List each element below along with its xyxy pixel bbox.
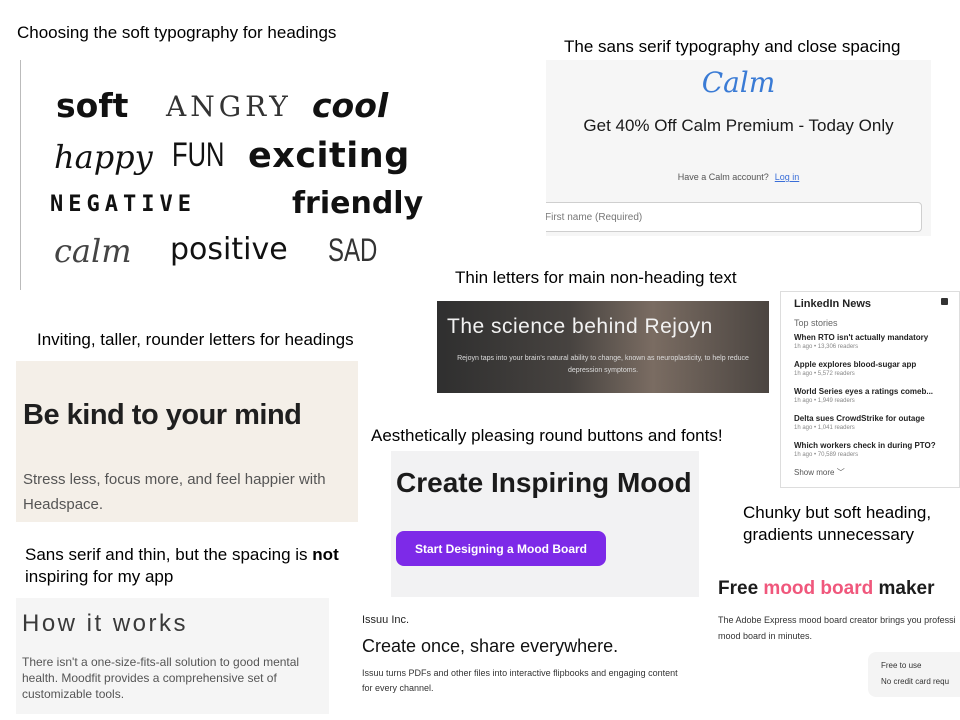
divider-line — [20, 60, 21, 290]
caption-not-inspiring: Sans serif and thin, but the spacing is … — [25, 545, 339, 564]
canva-title: Create Inspiring Mood — [396, 467, 692, 498]
rejoyn-title: The science behind Rejoyn — [447, 315, 713, 338]
sample-negative: NEGATIVE — [50, 192, 196, 217]
caption-sans-serif-close: The sans serif typography and close spac… — [564, 37, 901, 56]
caption-thin-letters: Thin letters for main non-heading text — [455, 268, 737, 287]
adobe-title: Free mood board maker — [718, 578, 935, 599]
info-icon[interactable] — [941, 298, 948, 305]
adobe-badge: Free to use No credit card requ — [868, 652, 960, 697]
sample-happy: happy — [54, 138, 153, 176]
caption-inviting-taller: Inviting, taller, rounder letters for he… — [37, 330, 354, 349]
sample-sad: SAD — [328, 232, 378, 268]
chevron-down-icon: ﹀ — [836, 468, 845, 477]
news-item[interactable]: World Series eyes a ratings comeb... 1h a… — [794, 387, 959, 404]
linkedin-news-title: LinkedIn News — [794, 298, 872, 310]
caption-chunky-line2: gradients unnecessary — [743, 525, 915, 544]
start-designing-button[interactable]: Start Designing a Mood Board — [396, 531, 606, 566]
font-sample-collage: soft ANGRY cool happy FUN exciting NEGAT… — [40, 80, 424, 280]
show-more-button[interactable]: Show more ﹀ — [794, 467, 845, 478]
linkedin-subtitle: Top stories — [794, 318, 838, 328]
sample-positive: positive — [170, 232, 288, 267]
adobe-body: The Adobe Express mood board creator bri… — [718, 615, 956, 641]
caption-chunky-line1: Chunky but soft heading, — [743, 503, 932, 522]
calm-logo: Calm — [701, 66, 776, 99]
moodfit-title: How it works — [22, 610, 189, 637]
first-name-field[interactable]: First name (Required) — [546, 202, 922, 232]
news-item[interactable]: When RTO isn't actually mandatory 1h ago … — [794, 333, 959, 350]
sample-friendly: friendly — [292, 186, 424, 221]
linkedin-news-card: LinkedIn News Top stories When RTO isn't… — [780, 291, 960, 488]
sample-fun: FUN — [172, 136, 225, 174]
issuu-company: Issuu Inc. — [362, 614, 410, 626]
news-item[interactable]: Which workers check in during PTO? 1h ago… — [794, 441, 959, 458]
issuu-title: Create once, share everywhere. — [362, 636, 619, 656]
moodfit-card: How it works There isn't a one-size-fits… — [16, 598, 329, 714]
calm-login-link[interactable]: Log in — [775, 172, 800, 182]
headspace-card: Be kind to your mind Stress less, focus … — [16, 361, 358, 522]
calm-offer-card: Calm Get 40% Off Calm Premium - Today On… — [546, 60, 931, 236]
sample-cool: cool — [312, 86, 389, 125]
news-item[interactable]: Delta sues CrowdStrike for outage 1h ago … — [794, 414, 959, 431]
sample-calm: calm — [54, 232, 132, 270]
canva-card: Create Inspiring Mood Start Designing a … — [391, 451, 699, 597]
headspace-body: Stress less, focus more, and feel happie… — [23, 471, 326, 513]
sample-soft: soft — [56, 86, 129, 125]
calm-headline: Get 40% Off Calm Premium - Today Only — [583, 116, 894, 135]
headspace-title: Be kind to your mind — [23, 399, 302, 431]
issuu-body: Issuu turns PDFs and other files into in… — [362, 668, 678, 693]
news-item[interactable]: Apple explores blood-sugar app 1h ago • 5… — [794, 360, 959, 377]
adobe-mood-board-card: Free mood board maker The Adobe Express … — [716, 574, 960, 714]
issuu-card: Issuu Inc. Create once, share everywhere… — [360, 610, 700, 714]
rejoyn-banner: The science behind Rejoyn Rejoyn taps in… — [437, 301, 769, 393]
calm-account-prompt: Have a Calm account? Log in — [677, 172, 800, 182]
caption-round-buttons: Aesthetically pleasing round buttons and… — [371, 426, 723, 445]
sample-angry: ANGRY — [166, 90, 292, 123]
moodfit-body: There isn't a one-size-fits-all solution… — [22, 655, 300, 701]
rejoyn-body: Rejoyn taps into your brain's natural ab… — [457, 355, 749, 374]
caption-soft-typography: Choosing the soft typography for heading… — [17, 23, 337, 42]
caption-not-inspiring-line2: inspiring for my app — [25, 567, 174, 586]
sample-exciting: exciting — [248, 136, 410, 176]
